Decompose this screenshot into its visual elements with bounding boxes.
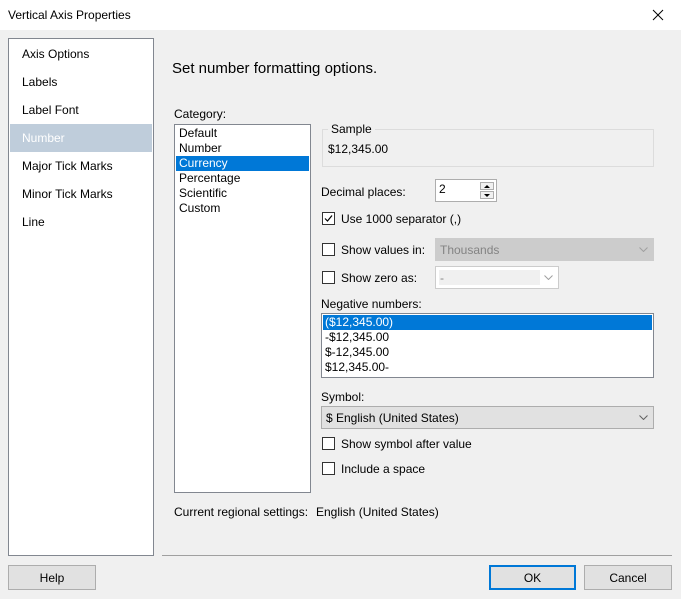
sample-legend: Sample [328,122,375,136]
help-button[interactable]: Help [8,565,96,590]
symbol-label: Symbol: [321,390,365,404]
category-label: Category: [174,107,227,121]
nav-item-number[interactable]: Number [10,124,152,152]
show-symbol-after-checkbox[interactable] [322,437,335,450]
category-currency[interactable]: Currency [176,156,309,171]
show-values-in-value: Thousands [440,243,500,257]
show-values-in-dropdown[interactable]: Thousands [435,238,654,261]
nav-item-axis-options[interactable]: Axis Options [10,40,152,68]
cancel-button[interactable]: Cancel [584,565,672,590]
show-zero-as-dropdown[interactable]: - [435,266,559,289]
page-heading: Set number formatting options. [172,60,378,77]
category-number[interactable]: Number [176,141,309,156]
use-separator-checkbox[interactable] [322,212,335,225]
decimal-places-value[interactable]: 2 [439,182,446,196]
arrow-down-icon [484,193,490,197]
nav-item-line[interactable]: Line [10,208,152,236]
decimal-places-label: Decimal places: [321,185,406,199]
nav-item-major-tick-marks[interactable]: Major Tick Marks [10,152,152,180]
nav-panel: Axis Options Labels Label Font Number Ma… [8,38,154,556]
symbol-dropdown[interactable]: $ English (United States) [321,406,654,429]
negative-option[interactable]: -$12,345.00 [323,330,652,345]
include-space-checkbox[interactable] [322,462,335,475]
chevron-down-icon [639,247,648,252]
checkmark-icon [324,215,333,222]
regional-settings-value: English (United States) [316,505,439,519]
negative-numbers-list[interactable]: ($12,345.00) -$12,345.00 $-12,345.00 $12… [321,313,654,378]
category-scientific[interactable]: Scientific [176,186,309,201]
close-x-icon [652,9,664,21]
show-values-in-checkbox[interactable] [322,243,335,256]
negative-option[interactable]: ($12,345.00) [323,315,652,330]
decimal-places-stepper[interactable]: 2 [435,179,497,202]
symbol-value: $ English (United States) [326,411,459,425]
negative-numbers-label: Negative numbers: [321,297,422,311]
footer-divider [162,555,672,556]
window-title: Vertical Axis Properties [8,8,131,22]
include-space-label: Include a space [341,462,426,476]
show-zero-as-checkbox[interactable] [322,271,335,284]
category-custom[interactable]: Custom [176,201,309,216]
regional-settings-label: Current regional settings: [174,505,309,519]
negative-option[interactable]: $-12,345.00 [323,345,652,360]
show-symbol-after-label: Show symbol after value [341,437,472,451]
sample-value: $12,345.00 [328,142,389,156]
category-list[interactable]: Default Number Currency Percentage Scien… [174,124,311,493]
nav-item-minor-tick-marks[interactable]: Minor Tick Marks [10,180,152,208]
decrement-button[interactable] [480,191,494,199]
category-default[interactable]: Default [176,126,309,141]
chevron-down-icon [639,415,648,420]
title-bar: Vertical Axis Properties [0,0,681,30]
nav-item-label-font[interactable]: Label Font [10,96,152,124]
show-zero-as-label: Show zero as: [341,271,418,285]
category-percentage[interactable]: Percentage [176,171,309,186]
close-button[interactable] [635,0,681,30]
use-separator-label: Use 1000 separator (,) [341,212,462,226]
show-zero-as-value[interactable]: - [440,271,444,285]
arrow-up-icon [484,184,490,188]
nav-item-labels[interactable]: Labels [10,68,152,96]
negative-option[interactable]: $12,345.00- [323,360,652,375]
ok-button[interactable]: OK [489,565,576,590]
increment-button[interactable] [480,182,494,190]
chevron-down-icon [544,275,553,280]
show-values-in-label: Show values in: [341,243,426,257]
